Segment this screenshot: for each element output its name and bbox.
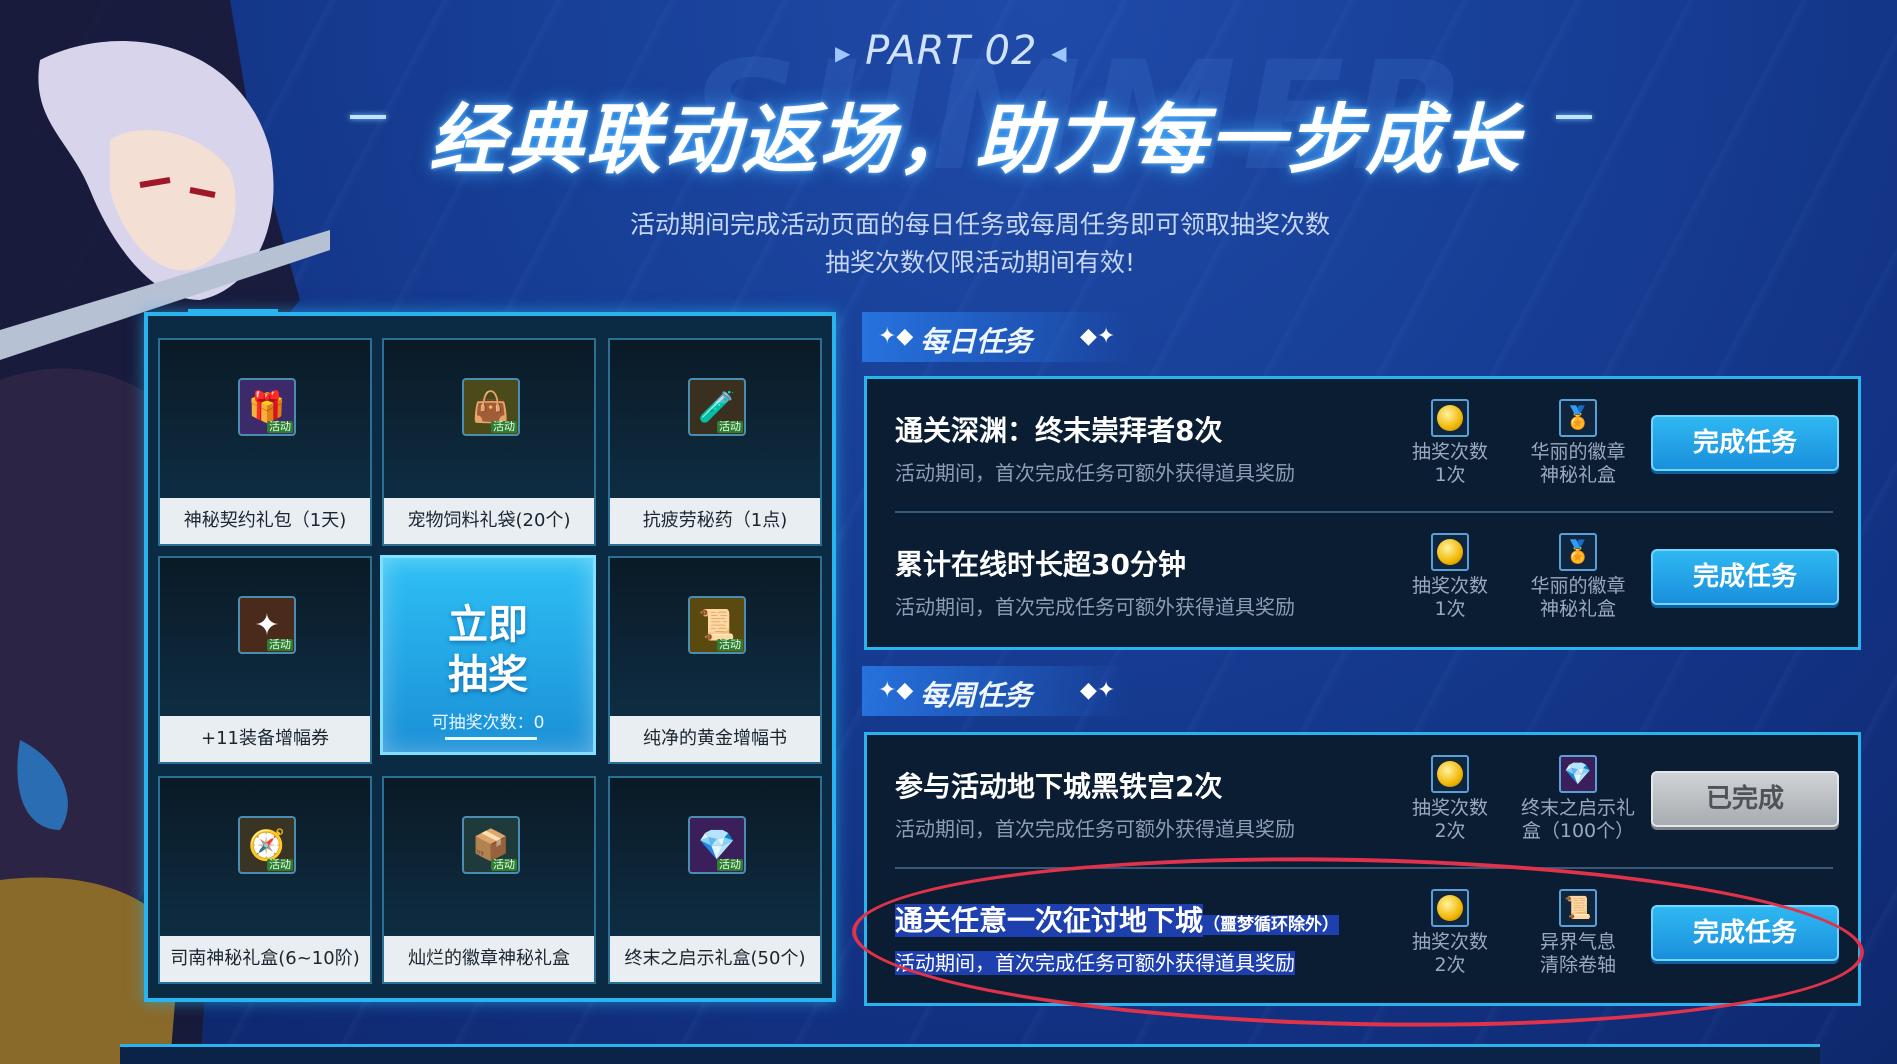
page-subtitle: 活动期间完成活动页面的每日任务或每周任务即可领取抽奖次数 抽奖次数仅限活动期间有…: [480, 206, 1480, 282]
task-desc: 活动期间，首次完成任务可额外获得道具奖励: [895, 595, 1295, 619]
upgrade-ticket-icon: ✦ 活动: [238, 596, 296, 654]
prize-label: 纯净的黄金增幅书: [610, 716, 820, 762]
golden-book-icon: 📜 活动: [688, 596, 746, 654]
pet-food-bag-icon: 👜 活动: [462, 378, 520, 436]
part-label-text: PART 02: [865, 28, 1038, 74]
reward-label: 终末之启示礼: [1520, 797, 1635, 819]
prize-cell[interactable]: 🧭 活动 司南神秘礼盒(6~10阶): [158, 776, 372, 984]
reward-label: 神秘礼盒: [1539, 464, 1616, 486]
prize-cell[interactable]: 🧪 活动 抗疲劳秘药（1点): [608, 338, 822, 546]
reward-label: 抽奖次数: [1411, 797, 1488, 819]
coin-icon: [1431, 399, 1469, 437]
reward-draw-count: 抽奖次数 2次: [1395, 755, 1505, 843]
task-row: 参与活动地下城黑铁宫2次 活动期间，首次完成任务可额外获得道具奖励 抽奖次数 2次…: [867, 735, 1858, 869]
reward-item: 💎 终末之启示礼 盒（100个）: [1507, 755, 1649, 843]
arrow-right-icon: ▶: [835, 41, 852, 65]
coin-icon: [1431, 755, 1469, 793]
task-row: 累计在线时长超30分钟 活动期间，首次完成任务可额外获得道具奖励 抽奖次数 1次 …: [867, 513, 1858, 647]
reward-label: 华丽的徽章: [1530, 575, 1626, 597]
daily-heading-text: 每日任务: [920, 325, 1033, 358]
badge-box-icon: 🏅: [1559, 533, 1597, 571]
badge-box-icon: 📦 活动: [462, 816, 520, 874]
reward-item: 🏅 华丽的徽章 神秘礼盒: [1513, 399, 1643, 487]
badge-box-icon: 🏅: [1559, 399, 1597, 437]
revelation-box-icon: 💎: [1559, 755, 1597, 793]
reward-draw-count: 抽奖次数 1次: [1395, 533, 1505, 621]
gift-pack-icon: 🎁 活动: [238, 378, 296, 436]
subtitle-line-2: 抽奖次数仅限活动期间有效!: [824, 248, 1136, 277]
reward-amount: 2次: [1434, 820, 1466, 842]
prize-label: 抗疲劳秘药（1点): [610, 498, 820, 544]
daily-tasks-box: 通关深渊：终末崇拜者8次 活动期间，首次完成任务可额外获得道具奖励 抽奖次数 1次…: [864, 376, 1861, 650]
prize-label: 宠物饲料礼袋(20个): [384, 498, 594, 544]
prize-cell[interactable]: ✦ 活动 +11装备增幅券: [158, 556, 372, 764]
draw-now-label: 立即 抽奖: [383, 600, 593, 700]
potion-bottle-icon: 🧪 活动: [688, 378, 746, 436]
prize-cell[interactable]: 📦 活动 灿烂的徽章神秘礼盒: [382, 776, 596, 984]
weekly-heading-text: 每周任务: [920, 679, 1033, 712]
sparkle-icon: ◆✦: [1080, 678, 1116, 703]
coin-icon: [1431, 533, 1469, 571]
draw-now-button[interactable]: 立即 抽奖 可抽奖次数：0: [380, 555, 596, 755]
sparkle-icon: ◆✦: [1080, 324, 1116, 349]
sparkle-icon: ✦◆: [878, 678, 914, 703]
reward-label: 神秘礼盒: [1539, 598, 1616, 620]
task-desc: 活动期间，首次完成任务可额外获得道具奖励: [895, 461, 1295, 485]
draw-underline: [445, 737, 537, 740]
draw-now-line-2: 抽奖: [448, 652, 528, 698]
arrow-left-icon: ◀: [1051, 41, 1068, 65]
draw-count-label: 可抽奖次数：0: [431, 713, 545, 733]
part-label: ▶ PART 02 ◀: [835, 28, 1068, 74]
draw-now-line-1: 立即: [448, 602, 528, 648]
reward-item: 🏅 华丽的徽章 神秘礼盒: [1513, 533, 1643, 621]
task-name: 累计在线时长超30分钟: [895, 548, 1186, 581]
prize-cell[interactable]: 🎁 活动 神秘契约礼包（1天): [158, 338, 372, 546]
weekly-tasks-heading: ✦◆ 每周任务 ◆✦: [862, 666, 1132, 716]
complete-task-button[interactable]: 完成任务: [1651, 415, 1839, 471]
reward-label: 盒（100个）: [1521, 820, 1635, 842]
revelation-box-icon: 💎 活动: [688, 816, 746, 874]
reward-label: 抽奖次数: [1411, 575, 1488, 597]
complete-task-button[interactable]: 完成任务: [1651, 549, 1839, 605]
reward-amount: 1次: [1434, 598, 1466, 620]
compass-box-icon: 🧭 活动: [238, 816, 296, 874]
prize-label: 终末之启示礼盒(50个): [610, 936, 820, 982]
daily-tasks-heading: ✦◆ 每日任务 ◆✦: [862, 312, 1132, 362]
prize-label: +11装备增幅券: [160, 716, 370, 762]
prize-cell[interactable]: 📜 活动 纯净的黄金增幅书: [608, 556, 822, 764]
reward-label: 华丽的徽章: [1530, 441, 1626, 463]
subtitle-line-1: 活动期间完成活动页面的每日任务或每周任务即可领取抽奖次数: [629, 210, 1330, 239]
task-name: 通关深渊：终末崇拜者8次: [895, 414, 1223, 447]
prize-label: 司南神秘礼盒(6~10阶): [160, 936, 370, 982]
reward-label: 抽奖次数: [1411, 441, 1488, 463]
prize-label: 灿烂的徽章神秘礼盒: [384, 936, 594, 982]
prize-label: 神秘契约礼包（1天): [160, 498, 370, 544]
reward-amount: 1次: [1434, 464, 1466, 486]
task-row: 通关深渊：终末崇拜者8次 活动期间，首次完成任务可额外获得道具奖励 抽奖次数 1次…: [867, 379, 1858, 513]
task-completed-button[interactable]: 已完成: [1651, 771, 1839, 827]
sparkle-icon: ✦◆: [878, 324, 914, 349]
task-name: 参与活动地下城黑铁宫2次: [895, 770, 1223, 803]
reward-draw-count: 抽奖次数 1次: [1395, 399, 1505, 487]
prize-cell[interactable]: 💎 活动 终末之启示礼盒(50个): [608, 776, 822, 984]
footer-bar: [120, 1044, 1820, 1064]
task-desc: 活动期间，首次完成任务可额外获得道具奖励: [895, 817, 1295, 841]
prize-cell[interactable]: 👜 活动 宠物饲料礼袋(20个): [382, 338, 596, 546]
page-title: 经典联动返场，助力每一步成长: [429, 95, 1521, 184]
